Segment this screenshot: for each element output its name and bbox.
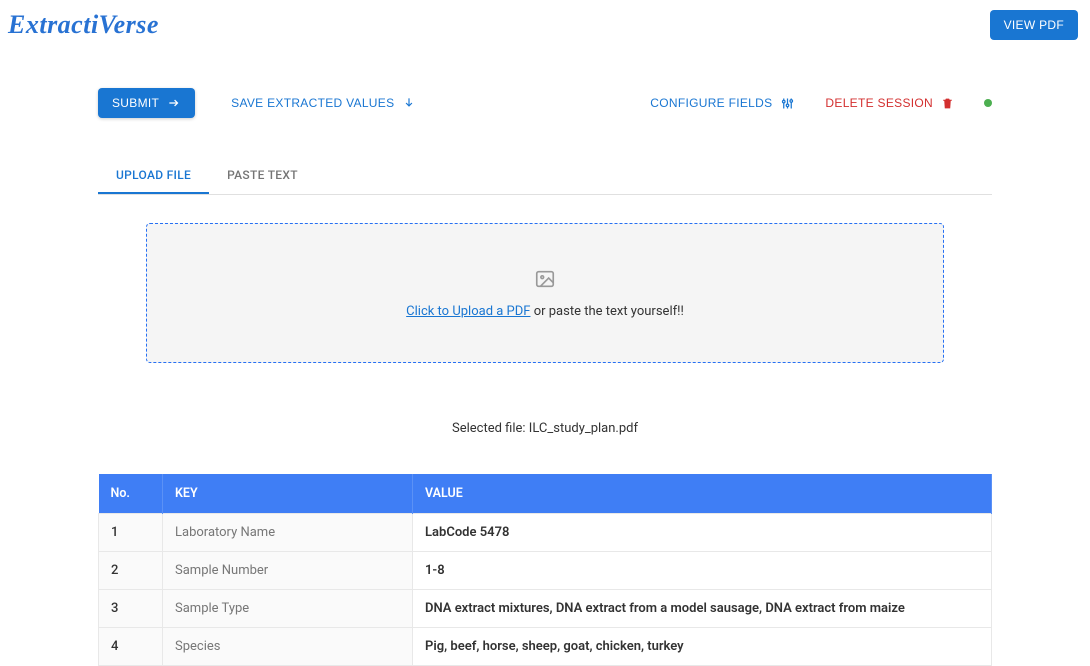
download-icon <box>402 96 416 110</box>
app-logo: ExtractiVerse <box>8 10 159 40</box>
toolbar-left: SUBMIT SAVE EXTRACTED VALUES <box>98 88 416 118</box>
cell-key: Species <box>163 628 413 666</box>
main-content: SUBMIT SAVE EXTRACTED VALUES CONFIGURE F… <box>0 40 1090 666</box>
cell-no: 2 <box>99 552 163 590</box>
dropzone-rest-text: or paste the text yourself!! <box>530 304 683 319</box>
extracted-values-table: No. KEY VALUE 1 Laboratory Name LabCode … <box>98 474 992 666</box>
configure-label: CONFIGURE FIELDS <box>650 96 772 110</box>
cell-no: 4 <box>99 628 163 666</box>
image-placeholder-icon <box>534 268 556 290</box>
sliders-icon <box>780 96 795 111</box>
tab-upload-file[interactable]: UPLOAD FILE <box>98 158 209 194</box>
cell-no: 1 <box>99 514 163 552</box>
table-row: 3 Sample Type DNA extract mixtures, DNA … <box>99 590 992 628</box>
submit-label: SUBMIT <box>112 96 159 110</box>
cell-value: 1-8 <box>413 552 992 590</box>
action-toolbar: SUBMIT SAVE EXTRACTED VALUES CONFIGURE F… <box>98 88 992 118</box>
save-extracted-button[interactable]: SAVE EXTRACTED VALUES <box>231 96 416 110</box>
delete-session-button[interactable]: DELETE SESSION <box>825 96 954 110</box>
configure-fields-button[interactable]: CONFIGURE FIELDS <box>650 96 795 111</box>
upload-dropzone[interactable]: Click to Upload a PDF or paste the text … <box>146 223 944 363</box>
table-row: 4 Species Pig, beef, horse, sheep, goat,… <box>99 628 992 666</box>
arrow-right-icon <box>167 96 181 110</box>
selected-file-label: Selected file: ILC_study_plan.pdf <box>98 421 992 436</box>
app-header: ExtractiVerse VIEW PDF <box>0 0 1090 40</box>
cell-key: Sample Type <box>163 590 413 628</box>
cell-key: Laboratory Name <box>163 514 413 552</box>
cell-value: DNA extract mixtures, DNA extract from a… <box>413 590 992 628</box>
view-pdf-button[interactable]: VIEW PDF <box>990 10 1078 40</box>
cell-key: Sample Number <box>163 552 413 590</box>
dropzone-text: Click to Upload a PDF or paste the text … <box>406 304 684 319</box>
upload-link[interactable]: Click to Upload a PDF <box>406 304 530 319</box>
col-header-value: VALUE <box>413 474 992 514</box>
trash-icon <box>941 97 954 110</box>
input-tabs: UPLOAD FILE PASTE TEXT <box>98 158 992 195</box>
status-indicator <box>984 99 992 107</box>
table-row: 1 Laboratory Name LabCode 5478 <box>99 514 992 552</box>
selected-file-name: ILC_study_plan.pdf <box>529 421 638 436</box>
toolbar-right: CONFIGURE FIELDS DELETE SESSION <box>650 96 992 111</box>
delete-label: DELETE SESSION <box>825 96 933 110</box>
tab-paste-text[interactable]: PASTE TEXT <box>209 158 316 194</box>
save-label: SAVE EXTRACTED VALUES <box>231 96 394 110</box>
table-header-row: No. KEY VALUE <box>99 474 992 514</box>
submit-button[interactable]: SUBMIT <box>98 88 195 118</box>
table-row: 2 Sample Number 1-8 <box>99 552 992 590</box>
selected-file-prefix: Selected file: <box>452 421 529 436</box>
cell-value: Pig, beef, horse, sheep, goat, chicken, … <box>413 628 992 666</box>
col-header-no: No. <box>99 474 163 514</box>
cell-value: LabCode 5478 <box>413 514 992 552</box>
cell-no: 3 <box>99 590 163 628</box>
col-header-key: KEY <box>163 474 413 514</box>
